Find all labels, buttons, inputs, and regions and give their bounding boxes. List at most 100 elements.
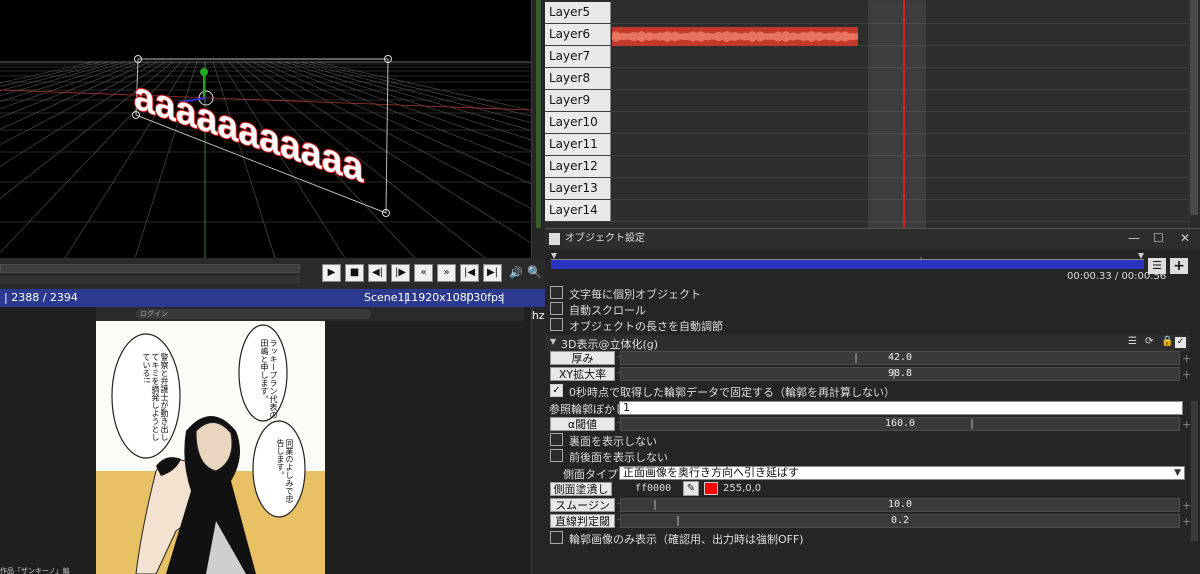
layer-name[interactable]: Layer8: [545, 68, 611, 89]
per-char-label: 文字毎に個別オブジェクト: [569, 288, 701, 301]
xy-scale-value: 98.8: [887, 368, 913, 379]
alpha-threshold-button[interactable]: α閾値: [550, 417, 615, 431]
speech-bubble-2: 警察と弁護士が動き出してキミを摘発しようとしている!!: [142, 353, 169, 441]
add-filter-button[interactable]: +: [1170, 258, 1188, 274]
next-frame-icon[interactable]: |▶: [391, 264, 410, 282]
layer-name[interactable]: Layer10: [545, 112, 611, 133]
object-settings-titlebar[interactable]: オブジェクト設定 — ☐ ✕: [545, 229, 1200, 249]
speech-bubble-3: 同業のよしみで忠告します。: [276, 439, 294, 503]
manga-page: ラッキープラン代表の田嶋と申します。 警察と弁護士が動き出してキミを摘発しようと…: [96, 321, 325, 574]
stop-icon[interactable]: ■: [345, 264, 364, 282]
line-threshold-button[interactable]: 直線判定閾値: [550, 514, 615, 542]
frame-counter: | 2388 / 2394: [4, 291, 78, 304]
fixed-outline-checkbox[interactable]: ✓: [550, 384, 563, 397]
hide-front-back-checkbox[interactable]: [550, 449, 563, 462]
resolution-readout: | 1920x1080: [404, 291, 474, 304]
smoothing-angle-value: 10.0: [887, 499, 913, 510]
footer-caption: 作品「ザンキーノ」編: [0, 567, 70, 574]
thickness-value: 42.0: [887, 352, 913, 363]
hide-back-checkbox[interactable]: [550, 433, 563, 446]
side-fill-rgb: 255,0,0: [723, 483, 762, 494]
timeline-cursor[interactable]: [903, 0, 905, 228]
fixed-outline-label: 0秒時点で取得した輪郭データで固定する（輪郭を再計算しない）: [569, 386, 895, 399]
xy-scale-slider[interactable]: 98.8: [620, 367, 1180, 381]
object-range-bar[interactable]: [551, 259, 1144, 269]
ref-blur-input[interactable]: 1: [619, 401, 1183, 415]
go-start-icon[interactable]: |◀: [460, 264, 479, 282]
maximize-icon[interactable]: ☐: [1153, 231, 1164, 245]
list-icon[interactable]: ☰: [1148, 258, 1166, 274]
speech-bubble-1: ラッキープラン代表の田嶋と申します。: [260, 339, 278, 419]
play-icon[interactable]: ▶: [322, 264, 341, 282]
filter-section-header[interactable]: ▼ 3D表示@立体化(g) ☰ ⟳ 🔒 ✓: [545, 335, 1190, 351]
object-settings-window: オブジェクト設定 — ☐ ✕ 00:00.33 / 00:00.56 ☰ + 文…: [545, 228, 1200, 574]
fast-forward-icon[interactable]: »: [437, 264, 456, 282]
side-type-value: 正面画像を奥行き方向へ引き延ばす: [623, 466, 799, 479]
window-title: オブジェクト設定: [565, 233, 645, 244]
close-icon[interactable]: ✕: [1180, 231, 1190, 245]
settings-scrollbar[interactable]: [1191, 401, 1198, 541]
auto-scroll-label: 自動スクロール: [569, 304, 646, 317]
color-swatch[interactable]: [704, 482, 718, 495]
ref-blur-label: 参照輪郭ぼかし: [549, 403, 626, 416]
auto-scroll-checkbox[interactable]: [550, 302, 563, 315]
splitter-grip[interactable]: [536, 0, 541, 228]
eyedropper-icon[interactable]: ✎: [683, 481, 699, 496]
magnifier-icon[interactable]: 🔍: [527, 265, 542, 279]
side-type-label: 側面タイプ: [563, 468, 618, 481]
prev-frame-icon[interactable]: ◀|: [368, 264, 387, 282]
thickness-slider[interactable]: 42.0: [620, 351, 1180, 365]
line-threshold-slider[interactable]: 0.2: [620, 514, 1180, 528]
layer-name[interactable]: Layer13: [545, 178, 611, 199]
chevron-down-icon: ▼: [1174, 468, 1181, 478]
timeline-selection-shade: [868, 0, 926, 228]
browser-toolbar: ログイン: [96, 307, 524, 321]
minimize-icon[interactable]: —: [1128, 231, 1140, 245]
smoothing-angle-slider[interactable]: 10.0: [620, 498, 1180, 512]
outline-only-checkbox[interactable]: [550, 531, 563, 544]
collapse-icon[interactable]: ▼: [550, 337, 556, 346]
alpha-threshold-value: 160.0: [884, 418, 916, 429]
layer-name[interactable]: Layer12: [545, 156, 611, 177]
plus-icon: +: [1182, 368, 1192, 381]
window-icon: [549, 233, 560, 245]
auto-length-checkbox[interactable]: [550, 318, 563, 331]
browser-window: ログイン ラッキープラン代表の田嶋と申します。 警察と弁護士が動き出してキミを摘…: [0, 307, 531, 574]
hide-front-back-label: 前後面を表示しない: [569, 451, 668, 464]
3d-preview-viewport[interactable]: aaaaaaaaaaa: [0, 0, 531, 258]
side-type-select[interactable]: 正面画像を奥行き方向へ引き延ばす ▼: [619, 466, 1185, 480]
3d-text-object[interactable]: aaaaaaaaaaa: [133, 72, 365, 193]
address-bar[interactable]: ログイン: [136, 309, 371, 319]
smoothing-angle-button[interactable]: スムージング角度: [550, 498, 615, 526]
speaker-icon[interactable]: 🔊: [509, 266, 523, 279]
layer-name[interactable]: Layer5: [545, 2, 611, 23]
waveform: [612, 31, 858, 42]
filter-enable-checkbox[interactable]: ✓: [1175, 337, 1186, 348]
layer-name[interactable]: Layer6: [545, 24, 611, 45]
alpha-threshold-slider[interactable]: 160.0: [620, 417, 1180, 431]
layer-name[interactable]: Layer14: [545, 200, 611, 221]
side-fill-button[interactable]: 側面塗潰し ●: [550, 482, 612, 509]
timeline-scroll-thumb[interactable]: [1190, 0, 1198, 215]
lock-icon[interactable]: 🔒: [1161, 336, 1173, 347]
list-icon[interactable]: ☰: [1128, 336, 1137, 347]
line-threshold-value: 0.2: [890, 515, 910, 526]
hide-back-label: 裏面を表示しない: [569, 435, 657, 448]
filter-name: 3D表示@立体化(g): [561, 338, 659, 351]
fps-readout: | 30fps: [466, 291, 504, 304]
plus-icon: +: [1182, 352, 1192, 365]
thickness-button[interactable]: 厚み: [550, 351, 615, 365]
layer-name[interactable]: Layer7: [545, 46, 611, 67]
layer-name[interactable]: Layer9: [545, 90, 611, 111]
xy-scale-button[interactable]: XY拡大率: [550, 367, 615, 381]
rewind-icon[interactable]: «: [414, 264, 433, 282]
seek-bar[interactable]: [0, 264, 300, 273]
layer-name[interactable]: Layer11: [545, 134, 611, 155]
go-end-icon[interactable]: ▶|: [483, 264, 502, 282]
seek-bar-secondary[interactable]: [0, 276, 300, 283]
reset-icon[interactable]: ⟳: [1145, 336, 1153, 347]
audio-clip[interactable]: [612, 27, 858, 46]
side-fill-hex: ff0000: [635, 483, 672, 494]
per-char-checkbox[interactable]: [550, 286, 563, 299]
plus-icon: +: [1182, 499, 1192, 512]
